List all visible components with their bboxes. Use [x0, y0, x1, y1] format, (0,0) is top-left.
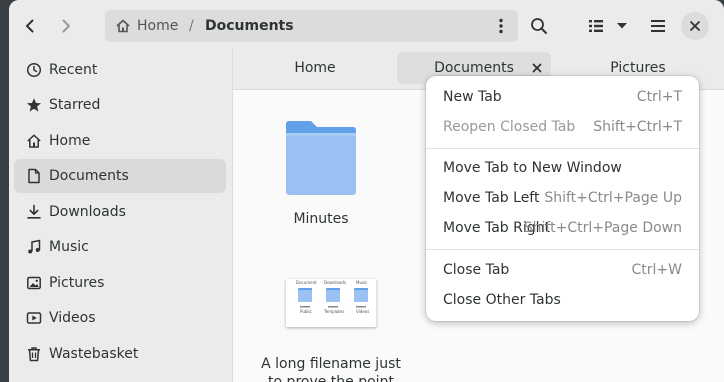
- window-close-button[interactable]: [681, 12, 709, 40]
- chevron-right-icon: [62, 19, 70, 33]
- vertical-dots-icon: [499, 18, 503, 34]
- menu-item-new-tab[interactable]: New Tab Ctrl+T: [432, 82, 693, 112]
- music-icon: [28, 239, 41, 254]
- path-home-button[interactable]: Home: [115, 10, 178, 42]
- sidebar-item-videos[interactable]: Videos: [14, 301, 226, 335]
- sidebar-item-label: Downloads: [49, 204, 126, 220]
- clock-icon: [26, 62, 42, 78]
- tab-home[interactable]: Home: [241, 52, 389, 84]
- document-icon: [28, 168, 40, 184]
- menu-separator: [426, 148, 699, 149]
- sidebar-item-label: Pictures: [49, 275, 105, 291]
- home-icon: [27, 134, 41, 148]
- trash-icon: [28, 347, 40, 362]
- thumbnail-label: Downloads: [324, 280, 346, 285]
- tab-context-menu: New Tab Ctrl+T Reopen Closed Tab Shift+C…: [426, 76, 699, 321]
- header-bar: Home / Documents: [9, 0, 724, 48]
- file-thumbnail: Document Downloads Music Public Template…: [286, 279, 376, 327]
- menu-item-label: Reopen Closed Tab: [443, 119, 576, 135]
- menu-item-label: Move Tab Left: [443, 190, 540, 206]
- view-button[interactable]: [583, 10, 609, 42]
- back-button[interactable]: [13, 10, 47, 42]
- menu-item-move-tab-left[interactable]: Move Tab Left Shift+Ctrl+Page Up: [432, 183, 693, 213]
- star-icon: [27, 98, 41, 112]
- view-options-button[interactable]: [611, 10, 633, 42]
- menu-item-label: Close Tab: [443, 262, 510, 278]
- sidebar-item-label: Recent: [49, 62, 98, 78]
- sidebar-item-downloads[interactable]: Downloads: [14, 195, 226, 229]
- menu-item-label: Close Other Tabs: [443, 292, 561, 308]
- menu-item-shortcut: Ctrl+T: [636, 89, 682, 105]
- list-view-icon: [589, 20, 603, 32]
- menu-item-shortcut: Shift+Ctrl+Page Down: [523, 220, 682, 236]
- path-current[interactable]: Documents: [205, 10, 294, 42]
- sidebar-item-label: Videos: [49, 310, 96, 326]
- download-icon: [27, 204, 41, 219]
- thumbnail-label: Music: [356, 280, 368, 285]
- path-home-label: Home: [137, 18, 179, 34]
- menu-item-close-tab[interactable]: Close Tab Ctrl+W: [432, 255, 693, 285]
- menu-item-shortcut: Shift+Ctrl+Page Up: [544, 190, 682, 206]
- thumbnail-folders-icon: [298, 288, 368, 308]
- sidebar-item-label: Documents: [49, 168, 129, 184]
- file-item-thumbnail[interactable]: Document Downloads Music Public Template…: [261, 279, 401, 382]
- tab-label: Pictures: [610, 60, 666, 76]
- sidebar-item-wastebasket[interactable]: Wastebasket: [14, 337, 226, 371]
- menu-item-move-tab-new-window[interactable]: Move Tab to New Window: [432, 153, 693, 183]
- folder-icon: [286, 121, 356, 195]
- sidebar-item-label: Wastebasket: [49, 346, 139, 362]
- search-icon: [531, 18, 547, 34]
- picture-icon: [27, 276, 41, 290]
- path-separator: /: [189, 18, 194, 34]
- sidebar-item-label: Starred: [49, 97, 101, 113]
- sidebar-item-label: Music: [49, 239, 89, 255]
- menu-item-label: New Tab: [443, 89, 502, 105]
- file-name: Minutes: [293, 211, 349, 227]
- menu-item-close-other-tabs[interactable]: Close Other Tabs: [432, 285, 693, 315]
- tab-label: Home: [294, 60, 336, 76]
- sidebar-item-starred[interactable]: Starred: [14, 88, 226, 122]
- video-icon: [26, 312, 42, 324]
- file-name: A long filename just to prove the point: [261, 356, 401, 382]
- chevron-left-icon: [26, 19, 34, 33]
- path-bar[interactable]: Home / Documents: [105, 10, 518, 42]
- sidebar-item-music[interactable]: Music: [14, 230, 226, 264]
- search-button[interactable]: [522, 10, 556, 42]
- forward-button[interactable]: [49, 10, 83, 42]
- main-menu-button[interactable]: [641, 10, 675, 42]
- menu-item-shortcut: Ctrl+W: [631, 262, 682, 278]
- sidebar-item-recent[interactable]: Recent: [14, 53, 226, 87]
- sidebar: Recent Starred Home Documents Downloads …: [9, 48, 233, 382]
- home-icon: [116, 19, 130, 33]
- menu-separator: [426, 249, 699, 250]
- hamburger-icon: [651, 20, 665, 32]
- sidebar-item-pictures[interactable]: Pictures: [14, 266, 226, 300]
- menu-item-move-tab-right[interactable]: Move Tab Right Shift+Ctrl+Page Down: [432, 213, 693, 243]
- caret-down-icon: [617, 23, 627, 29]
- path-options-button[interactable]: [490, 10, 512, 42]
- sidebar-item-documents[interactable]: Documents: [14, 159, 226, 193]
- thumbnail-label: Document: [296, 280, 317, 285]
- menu-item-label: Move Tab to New Window: [443, 160, 622, 176]
- thumbnail-label: Videos: [356, 309, 370, 314]
- tab-close-icon[interactable]: [529, 60, 545, 76]
- close-icon: [690, 21, 700, 31]
- menu-item-shortcut: Shift+Ctrl+T: [593, 119, 682, 135]
- thumbnail-label: Public: [300, 309, 312, 314]
- file-item-folder[interactable]: Minutes: [261, 118, 381, 228]
- thumbnail-label: Templates: [324, 309, 345, 314]
- sidebar-item-label: Home: [49, 133, 91, 149]
- sidebar-item-home[interactable]: Home: [14, 124, 226, 158]
- tab-label: Documents: [434, 60, 514, 76]
- menu-item-reopen-closed-tab[interactable]: Reopen Closed Tab Shift+Ctrl+T: [432, 112, 693, 142]
